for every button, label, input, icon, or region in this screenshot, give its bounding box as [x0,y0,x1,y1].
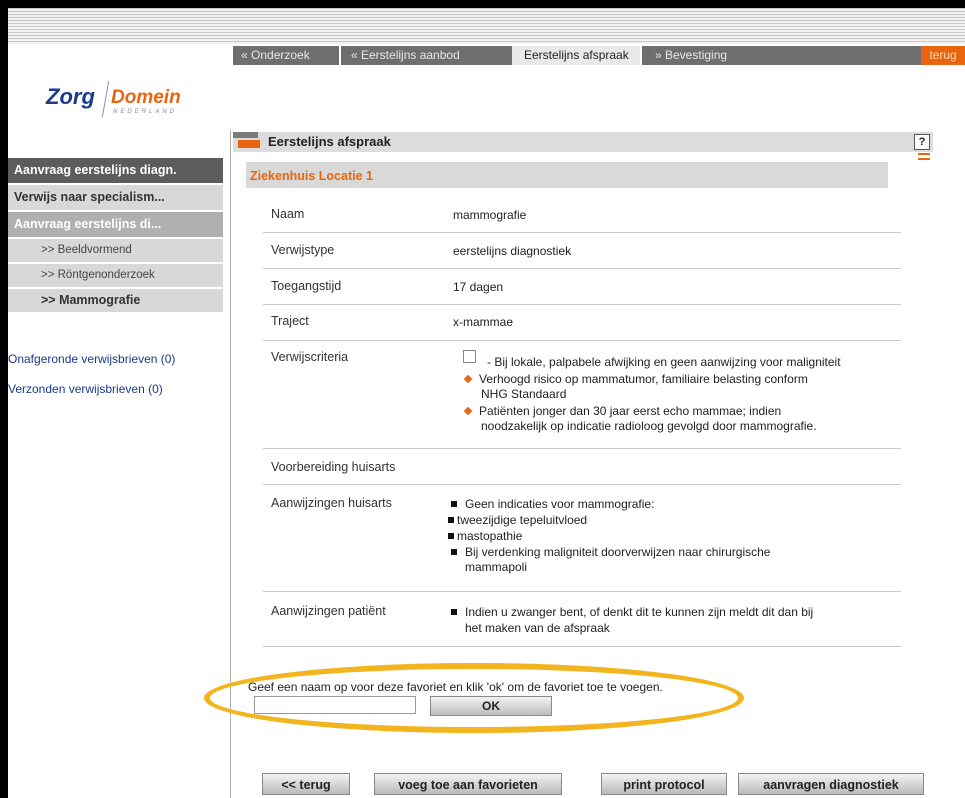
tab-eerstelijns-afspraak[interactable]: Eerstelijns afspraak [512,46,640,65]
row-value: x-mammae [453,315,514,329]
row-label: Aanwijzingen patiënt [271,604,386,618]
row-label: Naam [271,207,305,221]
row-label: Verwijstype [271,243,335,257]
criteria-bullet: Patiënten jonger dan 30 jaar eerst echo … [463,404,781,418]
step-tabs: « Onderzoek « Eerstelijns aanbod Eerstel… [233,46,965,65]
row-label: Voorbereiding huisarts [271,460,396,474]
logo-divider [101,81,110,117]
tab-eerstelijns-aanbod[interactable]: « Eerstelijns aanbod [343,46,468,65]
row-label: Toegangstijd [271,279,342,293]
row-label: Aanwijzingen huisarts [271,496,392,510]
detail-row-naam: Naam mammografie [263,196,901,233]
location-header: Ziekenhuis Locatie 1 [246,162,888,188]
sidebar-item-verwijs-specialisme[interactable]: Verwijs naar specialism... [8,185,223,212]
sidebar-item-beeldvormend[interactable]: >> Beeldvormend [8,239,223,264]
row-value: 17 dagen [453,280,504,294]
square-bullet-icon [451,549,457,555]
help-icon[interactable]: ? [914,134,930,150]
instruction-line-cont: mammapoli [465,560,528,574]
instruction-line-cont: het maken van de afspraak [465,621,610,635]
section-title: Eerstelijns afspraak [268,134,391,149]
logo-text-zorg: Zorg [46,84,95,109]
detail-row-verwijscriteria: Verwijscriteria - Bij lokale, palpabele … [263,341,901,449]
row-label: Traject [271,314,309,328]
criteria-checkbox[interactable] [463,350,476,363]
diamond-bullet-icon [463,374,473,384]
tab-separator [640,46,642,65]
logo-text-domein: Domein [111,87,181,108]
tab-terug[interactable]: terug [921,46,965,65]
header-marker [233,132,258,138]
sidebar: Aanvraag eerstelijns diagn. Verwijs naar… [8,158,223,314]
sidebar-item-rontgenonderzoek[interactable]: >> Röntgenonderzoek [8,264,223,289]
detail-row-aanwijzingen-huisarts: Aanwijzingen huisarts Geen indicaties vo… [263,485,901,592]
sidebar-item-aanvraag-diagn[interactable]: Aanvraag eerstelijns diagn. [8,158,223,185]
row-value: mammografie [453,208,527,222]
criteria-bullet: Verhoogd risico op mammatumor, familiair… [463,372,808,386]
square-bullet-icon [448,517,454,523]
menu-icon[interactable] [918,153,930,165]
tab-onderzoek[interactable]: « Onderzoek [233,46,318,65]
detail-row-toegangstijd: Toegangstijd 17 dagen [263,269,901,305]
detail-row-traject: Traject x-mammae [263,305,901,341]
row-value: eerstelijns diagnostiek [453,244,572,258]
square-bullet-icon [448,533,454,539]
instruction-line: Indien u zwanger bent, of denkt dit te k… [451,605,813,619]
detail-row-verwijstype: Verwijstype eerstelijns diagnostiek [263,233,901,269]
criteria-bullet-cont: noodzakelijk op indicatie radioloog gevo… [481,419,817,433]
section-header: Eerstelijns afspraak [233,132,933,152]
print-protocol-button[interactable]: print protocol [601,773,727,795]
diamond-bullet-icon [463,406,473,416]
detail-row-voorbereiding: Voorbereiding huisarts [263,449,901,485]
row-label: Verwijscriteria [271,350,349,364]
tab-bevestiging[interactable]: » Bevestiging [647,46,735,65]
detail-row-aanwijzingen-patient: Aanwijzingen patiënt Indien u zwanger be… [263,592,901,647]
link-onafgeronde-verwijsbrieven[interactable]: Onafgeronde verwijsbrieven (0) [8,352,175,366]
logo-subtitle: NEDERLAND [113,109,178,115]
square-bullet-icon [451,609,457,615]
instruction-line: mastopathie [448,529,522,543]
request-diagnostics-button[interactable]: aanvragen diagnostiek [738,773,924,795]
highlight-ellipse [204,663,744,733]
add-favorite-button[interactable]: voeg toe aan favorieten [374,773,562,795]
sidebar-item-aanvraag-di[interactable]: Aanvraag eerstelijns di... [8,212,223,239]
app-window: « Onderzoek « Eerstelijns aanbod Eerstel… [8,8,965,798]
header-marker-accent [238,140,260,148]
location-name: Ziekenhuis Locatie 1 [250,169,373,183]
back-button[interactable]: << terug [262,773,350,795]
top-banner [8,8,965,44]
instruction-line: Bij verdenking maligniteit doorverwijzen… [451,545,770,559]
square-bullet-icon [451,501,457,507]
link-verzonden-verwijsbrieven[interactable]: Verzonden verwijsbrieven (0) [8,382,163,396]
instruction-line: tweezijdige tepeluitvloed [448,513,587,527]
tab-separator [339,46,341,65]
sidebar-item-mammografie[interactable]: >> Mammografie [8,289,223,314]
instruction-line: Geen indicaties voor mammografie: [451,497,654,511]
criteria-text: - Bij lokale, palpabele afwijking en gee… [487,355,841,369]
criteria-bullet-cont: NHG Standaard [481,387,567,401]
